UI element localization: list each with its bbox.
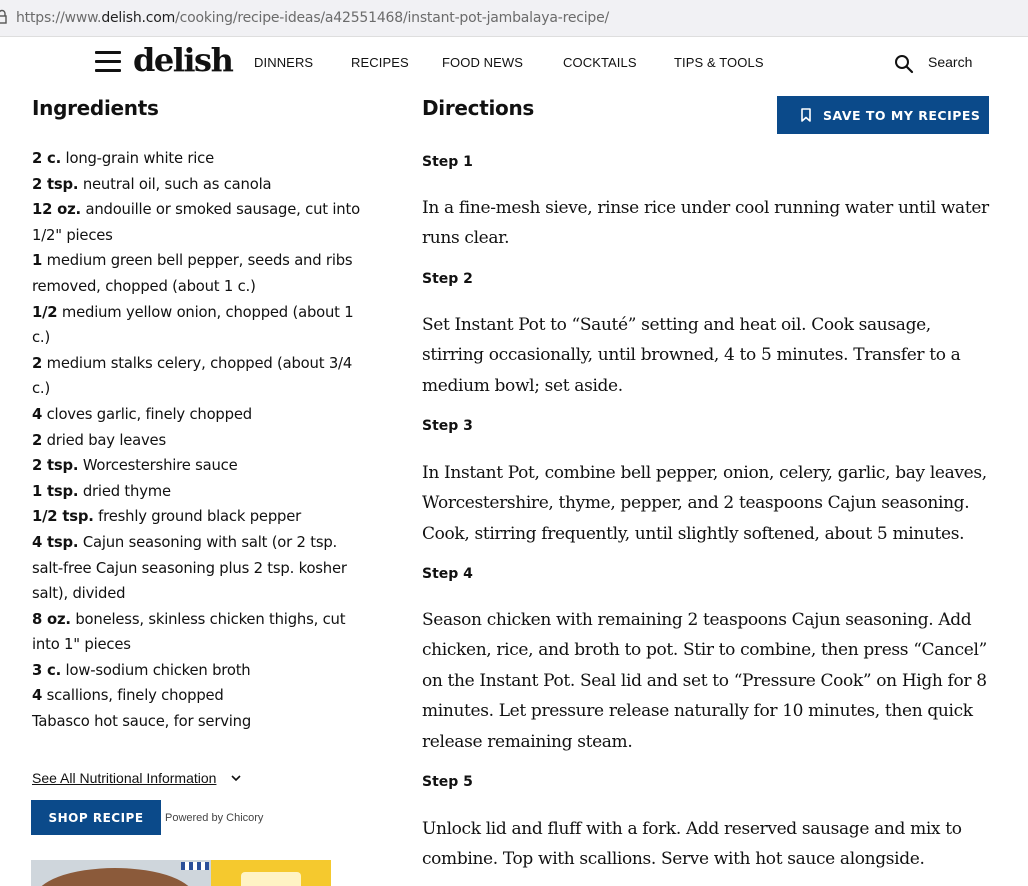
ingredient-text: Tabasco hot sauce, for serving <box>32 713 252 731</box>
ingredient-text: low-sodium chicken broth <box>61 661 251 679</box>
ingredient-text: medium yellow onion, chopped (about 1 c.… <box>32 303 354 347</box>
ingredient-quantity: 3 c. <box>32 661 62 679</box>
ingredient-quantity: 2 <box>32 431 43 449</box>
url-prefix: https://www. <box>16 10 102 26</box>
ingredient-item: 3 c. low-sodium chicken broth <box>32 658 372 684</box>
chevron-down-icon[interactable] <box>230 773 242 783</box>
ingredient-item: 1/2 medium yellow onion, chopped (about … <box>32 300 372 351</box>
lock-icon <box>0 9 7 24</box>
ingredient-text: andouille or smoked sausage, cut into 1/… <box>32 201 360 244</box>
step-text: Set Instant Pot to “Sauté” setting and h… <box>422 315 961 396</box>
ingredient-item: 12 oz. andouille or smoked sausage, cut … <box>32 197 372 248</box>
ingredient-list: 2 c. long-grain white rice 2 tsp. neutral… <box>32 146 372 735</box>
nutrition-link[interactable]: See All Nutritional Information <box>32 770 216 786</box>
nav-link-tips-tools[interactable]: TIPS & TOOLS <box>674 55 764 70</box>
ingredient-quantity: 8 oz. <box>32 610 71 628</box>
step-title: Step 2 <box>422 271 473 287</box>
ingredient-quantity: 1 <box>32 252 43 270</box>
ingredient-item: 1 medium green bell pepper, seeds and ri… <box>32 248 372 299</box>
nav-link-food-news[interactable]: FOOD NEWS <box>442 55 523 70</box>
ingredient-quantity: 4 <box>32 405 43 423</box>
directions-heading: Directions <box>422 96 535 120</box>
ingredient-quantity: 2 c. <box>32 150 62 167</box>
ingredient-quantity: 1/2 tsp. <box>32 508 94 526</box>
search-label[interactable]: Search <box>928 54 972 70</box>
ingredient-item: 2 dried bay leaves <box>32 428 372 454</box>
ingredient-item: 2 tsp. neutral oil, such as canola <box>32 172 372 198</box>
site-logo[interactable]: delish <box>133 41 234 79</box>
ingredient-quantity: 1 tsp. <box>32 482 79 500</box>
ingredient-item: 4 cloves garlic, finely chopped <box>32 402 372 428</box>
ingredient-item: 1/2 tsp. freshly ground black pepper <box>32 504 372 530</box>
step-text: In a fine-mesh sieve, rinse rice under c… <box>422 198 989 249</box>
ingredient-quantity: 2 <box>32 354 43 372</box>
ingredient-item: 1 tsp. dried thyme <box>32 479 372 505</box>
site-header: delish DINNERS RECIPES FOOD NEWS COCKTAI… <box>0 37 1028 87</box>
url-host: delish.com <box>101 10 176 26</box>
ingredient-text: dried bay leaves <box>42 431 167 449</box>
ingredient-text: dried thyme <box>78 482 171 500</box>
step-text: In Instant Pot, combine bell pepper, oni… <box>422 463 987 544</box>
ingredient-item: 4 tsp. Cajun seasoning with salt (or 2 t… <box>32 530 372 607</box>
ingredient-quantity: 12 oz. <box>32 201 81 219</box>
ingredient-item: 8 oz. boneless, skinless chicken thighs,… <box>32 607 372 658</box>
nav-link-dinners[interactable]: DINNERS <box>254 55 313 70</box>
bookmark-icon <box>801 108 811 122</box>
ingredient-item: 2 tsp. Worcestershire sauce <box>32 453 372 479</box>
ingredient-text: Worcestershire sauce <box>78 457 238 475</box>
shop-recipe-button[interactable]: SHOP RECIPE <box>31 800 161 835</box>
ingredient-text: medium green bell pepper, seeds and ribs… <box>32 252 353 295</box>
ingredient-item: 4 scallions, finely chopped <box>32 683 372 709</box>
ingredient-text: neutral oil, such as canola <box>78 175 272 193</box>
step-text: Season chicken with remaining 2 teaspoon… <box>422 610 987 752</box>
save-button-label: SAVE TO MY RECIPES <box>823 108 981 123</box>
url-path: /cooking/recipe-ideas/a42551468/instant-… <box>175 10 610 26</box>
step-title: Step 5 <box>422 774 473 790</box>
ingredient-item: Tabasco hot sauce, for serving <box>32 709 372 735</box>
ingredient-text: boneless, skinless chicken thighs, cut i… <box>32 610 346 654</box>
step-title: Step 3 <box>422 418 473 434</box>
ad-image-product[interactable] <box>211 860 331 886</box>
powered-by-text: Powered by Chicory <box>165 812 264 824</box>
search-icon[interactable] <box>894 54 914 74</box>
ingredient-text: freshly ground black pepper <box>93 508 301 526</box>
url-text[interactable]: https://www.delish.com/cooking/recipe-id… <box>16 10 609 26</box>
ingredient-quantity: 4 tsp. <box>32 533 79 551</box>
step-title: Step 4 <box>422 566 473 582</box>
ingredients-heading: Ingredients <box>32 96 159 120</box>
ingredient-text: medium stalks celery, chopped (about 3/4… <box>32 354 353 398</box>
browser-address-bar[interactable]: https://www.delish.com/cooking/recipe-id… <box>0 0 1028 37</box>
step-text: Unlock lid and fluff with a fork. Add re… <box>422 819 962 870</box>
nav-link-cocktails[interactable]: COCKTAILS <box>563 55 637 70</box>
ingredient-text: cloves garlic, finely chopped <box>42 405 253 423</box>
ingredient-text: long-grain white rice <box>61 150 215 167</box>
ingredient-text: scallions, finely chopped <box>42 687 224 705</box>
step-title: Step 1 <box>422 154 473 170</box>
ingredient-item: 2 c. long-grain white rice <box>32 146 372 172</box>
save-to-my-recipes-button[interactable]: SAVE TO MY RECIPES <box>777 96 989 134</box>
ingredient-quantity: 1/2 <box>32 303 58 321</box>
nav-link-recipes[interactable]: RECIPES <box>351 55 409 70</box>
ingredient-quantity: 2 tsp. <box>32 175 79 193</box>
ingredient-quantity: 2 tsp. <box>32 457 79 475</box>
ingredient-item: 2 medium stalks celery, chopped (about 3… <box>32 351 372 402</box>
menu-icon[interactable] <box>95 51 121 73</box>
ad-image-food[interactable] <box>31 860 211 886</box>
ingredient-text: Cajun seasoning with salt (or 2 tsp. sal… <box>32 533 347 603</box>
ingredient-quantity: 4 <box>32 687 43 705</box>
